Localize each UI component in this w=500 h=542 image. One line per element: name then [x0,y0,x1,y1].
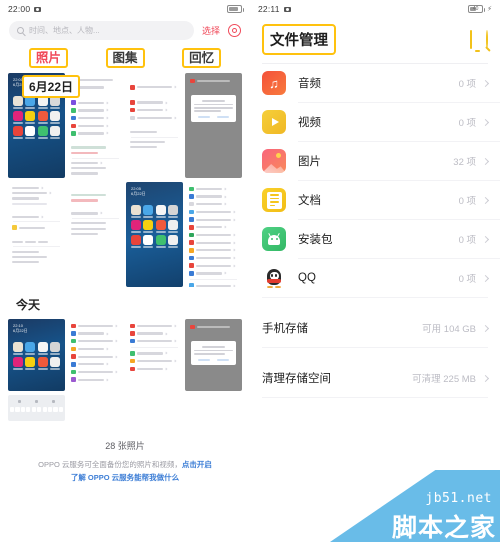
search-placeholder: 时间、地点、人物... [29,26,100,35]
camera-icon [283,6,291,12]
tab-wrap-albums: 图集 [87,47,164,69]
list-item-clean-storage[interactable]: 清理存储空间 可清理 225 MB [250,359,500,397]
tab-wrap-memories: 回忆 [163,47,240,69]
photo-grid-section-two: 22:05 6月22日 [4,180,246,289]
camera-icon [34,6,42,12]
list-item-document[interactable]: 文档 0 项 [250,181,500,219]
left-status-bar: 22:00 [0,0,250,18]
list-item-label: 图片 [298,156,321,168]
chevron-right-icon [481,324,490,332]
photo-grid-today-row2 [4,393,246,423]
list-item-audio[interactable]: ♫ 音频 0 项 [250,64,500,102]
photo-thumbnail[interactable] [126,319,183,391]
list-item-apk[interactable]: 安装包 0 项 [250,220,500,258]
chevron-right-icon [481,374,490,382]
photo-thumbnail[interactable]: 22:05 6月22日 [126,182,183,287]
document-icon [262,188,286,212]
list-item-count: 0 项 [458,274,476,285]
photo-thumbnail[interactable]: 22:10 6月22日 [8,319,65,391]
list-item-phone-storage[interactable]: 手机存储 可用 104 GB [250,309,500,347]
file-category-list: ♫ 音频 0 项 视频 0 项 图片 32 项 文档 0 项 安装包 0 项 Q… [250,64,500,298]
list-item-value: 可用 104 GB [422,324,476,335]
list-item-count: 0 项 [458,79,476,90]
photo-thumbnail[interactable] [8,395,65,421]
status-time: 22:11 [258,4,280,14]
search-input[interactable]: 时间、地点、人物... [9,21,194,40]
select-button[interactable]: 选择 [202,24,220,37]
photo-count: 28 张照片 [105,441,145,451]
gallery-footer: 28 张照片 OPPO 云服务可全面备份您的照片和视频，点击开启 了解 OPPO… [4,423,246,491]
cloud-learn-more-link[interactable]: 了解 OPPO 云服务能帮我做什么 [14,472,236,485]
date-chip: 6月22日 [22,75,81,98]
file-manager-header: 文件管理 [250,18,500,63]
list-item-picture[interactable]: 图片 32 项 [250,142,500,180]
list-item-video[interactable]: 视频 0 项 [250,103,500,141]
gallery-search-row: 时间、地点、人物... 选择 [0,18,250,45]
list-item-count: 0 项 [458,118,476,129]
list-item-qq[interactable]: QQ 0 项 [250,259,500,297]
tab-wrap-photos: 照片 [10,47,87,69]
list-item-label: 手机存储 [262,323,308,335]
monitor-cast-icon[interactable] [470,29,472,49]
picture-icon [262,149,286,173]
tab-photos[interactable]: 照片 [28,47,68,69]
search-icon[interactable] [486,29,488,49]
search-icon [17,27,24,34]
photo-thumbnail[interactable] [67,182,124,287]
chevron-right-icon [481,235,490,243]
qq-icon [262,266,286,290]
cloud-service-note: OPPO 云服务可全面备份您的照片和视频，点击开启 了解 OPPO 云服务能帮我… [14,459,236,485]
chevron-right-icon [481,157,490,165]
list-item-label: 视频 [298,117,321,129]
audio-icon: ♫ [262,71,286,95]
photo-grid-today: 22:10 6月22日 [4,317,246,393]
today-section-heading: 今天 [16,298,41,312]
tab-albums[interactable]: 图集 [105,47,145,69]
list-item-label: 音频 [298,78,321,90]
photo-thumbnail[interactable] [185,73,242,178]
cloud-enable-link[interactable]: 点击开启 [182,460,212,469]
list-divider [262,397,488,398]
battery-level: 40 [472,6,479,12]
apk-icon [262,227,286,251]
camera-shutter-icon[interactable] [228,24,241,37]
photo-thumbnail[interactable] [67,319,124,391]
list-item-count: 0 项 [458,196,476,207]
list-item-count: 0 项 [458,235,476,246]
video-icon [262,110,286,134]
tab-memories[interactable]: 回忆 [182,47,222,69]
left-phone-gallery-app: 22:00 时间、地点、人物... 选择 照片 图集 回忆 6月22日 22:0… [0,0,250,542]
photo-thumbnail[interactable] [185,319,242,391]
battery-icon [227,5,244,13]
page-title: 文件管理 [262,24,336,55]
list-item-label: 文档 [298,195,321,207]
gallery-tabs: 照片 图集 回忆 [0,45,250,71]
list-item-label: 清理存储空间 [262,373,331,385]
chevron-right-icon [481,274,490,282]
screenshot-root: 22:00 时间、地点、人物... 选择 照片 图集 回忆 6月22日 22:0… [0,0,500,542]
list-item-label: 安装包 [298,234,333,246]
status-time: 22:00 [8,4,31,14]
charging-bolt-icon: ⚡ [487,6,492,13]
chevron-right-icon [481,118,490,126]
battery-icon: 40 [468,5,486,13]
list-item-count: 32 项 [453,157,476,168]
photo-thumbnail[interactable] [126,73,183,178]
chevron-right-icon [481,79,490,87]
right-phone-file-manager-app: 22:11 40 ⚡ 文件管理 ♫ 音频 0 项 视频 0 项 图片 32 项 … [250,0,500,542]
photo-thumbnail[interactable] [8,182,65,287]
list-item-label: QQ [298,272,316,284]
list-item-value: 可清理 225 MB [412,374,476,385]
chevron-right-icon [481,196,490,204]
photo-thumbnail[interactable] [185,182,242,287]
gallery-content: 6月22日 22:00 6月22日 22:05 6月22日 今天 22:10 6… [0,71,250,491]
right-status-bar: 22:11 40 ⚡ [250,0,500,18]
storage-list: 手机存储 可用 104 GB 清理存储空间 可清理 225 MB [250,309,500,398]
cloud-note-text: OPPO 云服务可全面备份您的照片和视频， [38,460,182,469]
